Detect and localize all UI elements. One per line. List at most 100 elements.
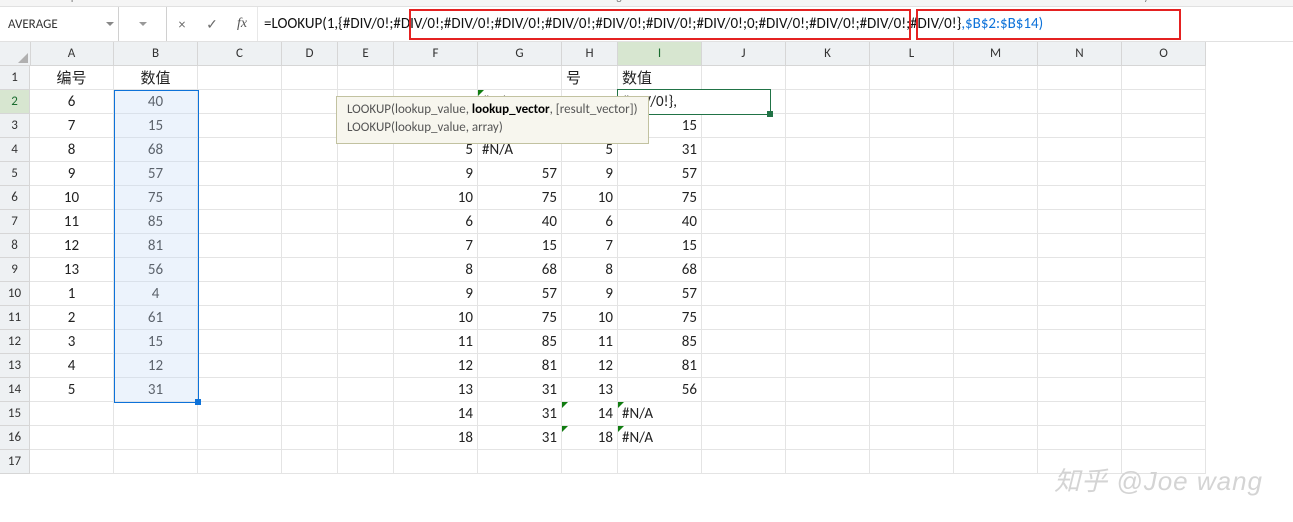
- cell-K15[interactable]: [786, 402, 870, 426]
- cell-O5[interactable]: [1122, 162, 1206, 186]
- cell-K11[interactable]: [786, 306, 870, 330]
- cell-J11[interactable]: [702, 306, 786, 330]
- cell-I5[interactable]: 57: [618, 162, 702, 186]
- cell-B17[interactable]: [114, 450, 198, 474]
- row-header-10[interactable]: 10: [0, 282, 30, 306]
- cell-C13[interactable]: [198, 354, 282, 378]
- cell-D14[interactable]: [282, 378, 338, 402]
- cell-D11[interactable]: [282, 306, 338, 330]
- cell-D12[interactable]: [282, 330, 338, 354]
- cell-G13[interactable]: 81: [478, 354, 562, 378]
- cell-G16[interactable]: 31: [478, 426, 562, 450]
- cell-N15[interactable]: [1038, 402, 1122, 426]
- cell-N8[interactable]: [1038, 234, 1122, 258]
- row-header-9[interactable]: 9: [0, 258, 30, 282]
- cell-M13[interactable]: [954, 354, 1038, 378]
- cell-O8[interactable]: [1122, 234, 1206, 258]
- cell-K7[interactable]: [786, 210, 870, 234]
- cell-I11[interactable]: 75: [618, 306, 702, 330]
- cell-N9[interactable]: [1038, 258, 1122, 282]
- cell-F12[interactable]: 11: [394, 330, 478, 354]
- cell-J15[interactable]: [702, 402, 786, 426]
- cell-L11[interactable]: [870, 306, 954, 330]
- cell-B16[interactable]: [114, 426, 198, 450]
- cell-D2[interactable]: [282, 90, 338, 114]
- cell-J14[interactable]: [702, 378, 786, 402]
- cell-B14[interactable]: 31: [114, 378, 198, 402]
- cell-H14[interactable]: 13: [562, 378, 618, 402]
- cell-I14[interactable]: 56: [618, 378, 702, 402]
- cell-O1[interactable]: [1122, 66, 1206, 90]
- row-header-2[interactable]: 2: [0, 90, 30, 114]
- cell-C10[interactable]: [198, 282, 282, 306]
- cell-L2[interactable]: [870, 90, 954, 114]
- cell-H8[interactable]: 7: [562, 234, 618, 258]
- row-header-15[interactable]: 15: [0, 402, 30, 426]
- cell-A7[interactable]: 11: [30, 210, 114, 234]
- cell-A3[interactable]: 7: [30, 114, 114, 138]
- cell-D4[interactable]: [282, 138, 338, 162]
- cell-K2[interactable]: [786, 90, 870, 114]
- cell-H5[interactable]: 9: [562, 162, 618, 186]
- cell-F9[interactable]: 8: [394, 258, 478, 282]
- cell-A9[interactable]: 13: [30, 258, 114, 282]
- col-header-L[interactable]: L: [870, 42, 954, 66]
- col-header-K[interactable]: K: [786, 42, 870, 66]
- insert-function-button[interactable]: fx: [227, 7, 258, 41]
- cell-N16[interactable]: [1038, 426, 1122, 450]
- cell-G11[interactable]: 75: [478, 306, 562, 330]
- cell-K1[interactable]: [786, 66, 870, 90]
- cell-A1[interactable]: 编号: [30, 66, 114, 90]
- formula-cancel-button[interactable]: ×: [167, 7, 197, 41]
- row-header-7[interactable]: 7: [0, 210, 30, 234]
- cell-B11[interactable]: 61: [114, 306, 198, 330]
- cell-J9[interactable]: [702, 258, 786, 282]
- cell-M17[interactable]: [954, 450, 1038, 474]
- cell-N4[interactable]: [1038, 138, 1122, 162]
- cell-M4[interactable]: [954, 138, 1038, 162]
- cell-M16[interactable]: [954, 426, 1038, 450]
- col-header-E[interactable]: E: [338, 42, 394, 66]
- cell-K10[interactable]: [786, 282, 870, 306]
- row-header-4[interactable]: 4: [0, 138, 30, 162]
- cell-A13[interactable]: 4: [30, 354, 114, 378]
- cell-M7[interactable]: [954, 210, 1038, 234]
- cell-B8[interactable]: 81: [114, 234, 198, 258]
- cell-K6[interactable]: [786, 186, 870, 210]
- cell-F10[interactable]: 9: [394, 282, 478, 306]
- cell-K9[interactable]: [786, 258, 870, 282]
- cell-O4[interactable]: [1122, 138, 1206, 162]
- cell-A12[interactable]: 3: [30, 330, 114, 354]
- cell-B5[interactable]: 57: [114, 162, 198, 186]
- cell-A8[interactable]: 12: [30, 234, 114, 258]
- cell-C14[interactable]: [198, 378, 282, 402]
- cell-G10[interactable]: 57: [478, 282, 562, 306]
- expand-formula-bar-icon[interactable]: [119, 7, 167, 41]
- cell-A16[interactable]: [30, 426, 114, 450]
- cell-G14[interactable]: 31: [478, 378, 562, 402]
- cell-C3[interactable]: [198, 114, 282, 138]
- cell-E6[interactable]: [338, 186, 394, 210]
- cell-K8[interactable]: [786, 234, 870, 258]
- col-header-I[interactable]: I: [618, 42, 702, 66]
- cell-N13[interactable]: [1038, 354, 1122, 378]
- cell-F13[interactable]: 12: [394, 354, 478, 378]
- cell-H9[interactable]: 8: [562, 258, 618, 282]
- cell-L13[interactable]: [870, 354, 954, 378]
- cell-M8[interactable]: [954, 234, 1038, 258]
- cell-L5[interactable]: [870, 162, 954, 186]
- cell-D6[interactable]: [282, 186, 338, 210]
- cell-F14[interactable]: 13: [394, 378, 478, 402]
- cell-B15[interactable]: [114, 402, 198, 426]
- cell-N2[interactable]: [1038, 90, 1122, 114]
- cell-D17[interactable]: [282, 450, 338, 474]
- cell-G1[interactable]: [478, 66, 562, 90]
- col-header-G[interactable]: G: [478, 42, 562, 66]
- cell-E11[interactable]: [338, 306, 394, 330]
- cell-O17[interactable]: [1122, 450, 1206, 474]
- cell-A14[interactable]: 5: [30, 378, 114, 402]
- select-all-corner[interactable]: [0, 42, 31, 66]
- cell-J1[interactable]: [702, 66, 786, 90]
- cell-O13[interactable]: [1122, 354, 1206, 378]
- cell-H12[interactable]: 11: [562, 330, 618, 354]
